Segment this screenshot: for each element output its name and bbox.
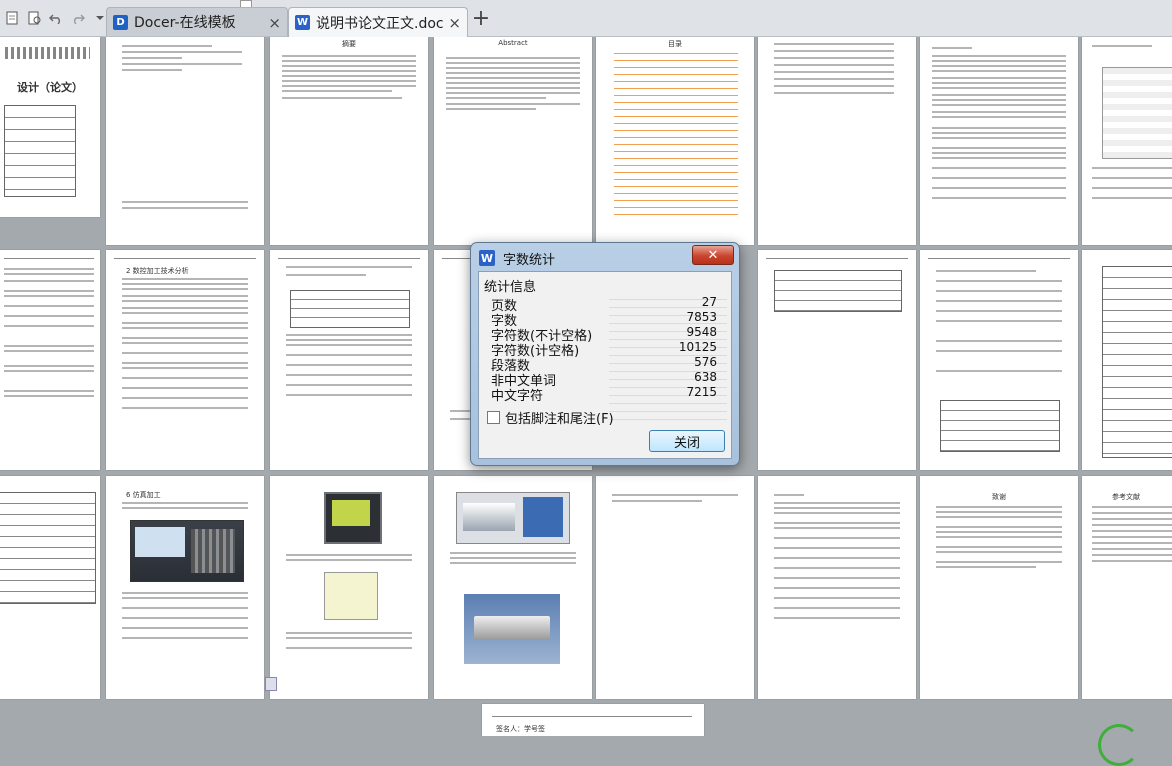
dialog-title: 字数统计	[503, 252, 556, 268]
new-tab-button[interactable]: +	[470, 8, 492, 31]
abstract-en-title: Abstract	[498, 39, 528, 47]
page-3-4[interactable]	[434, 476, 592, 699]
stat-row-pages: 页数 27	[491, 295, 717, 314]
parameter-table	[774, 270, 902, 312]
turned-part-image	[464, 594, 560, 664]
tab-document[interactable]: W 说明书论文正文.doc ×	[288, 7, 468, 37]
dialog-close-button[interactable]: ✕	[692, 245, 734, 265]
checkbox-label: 包括脚注和尾注(F)	[505, 412, 614, 427]
close-button[interactable]: 关闭	[649, 430, 725, 452]
page-2-2[interactable]: 2 数控加工技术分析	[106, 250, 264, 470]
page-indicator-icon	[265, 677, 277, 691]
page-3-5[interactable]	[596, 476, 754, 699]
stats-group-label: 统计信息	[484, 280, 537, 295]
program-table	[1102, 266, 1172, 458]
stat-value: 7853	[686, 310, 717, 324]
stat-row-non-chinese: 非中文单词 638	[491, 370, 717, 389]
cnc-simulation-image	[130, 520, 244, 582]
workpiece-screen-image	[456, 492, 570, 544]
college-logo	[5, 47, 90, 59]
checkbox-box[interactable]	[487, 411, 500, 424]
stat-row-chars-no-space: 字符数(不计空格) 9548	[491, 325, 717, 344]
stat-value: 576	[694, 355, 717, 369]
undo-icon[interactable]	[46, 8, 66, 28]
page-2-3[interactable]	[270, 250, 428, 470]
stat-row-chars-with-space: 字符数(计空格) 10125	[491, 340, 717, 359]
controller-image	[324, 492, 382, 544]
page-intro[interactable]	[920, 37, 1078, 245]
panel-image	[324, 572, 378, 620]
tab-bar: D Docer-在线模板 × W 说明书论文正文.doc × +	[0, 0, 1172, 37]
stat-value: 10125	[678, 340, 717, 354]
page-ack[interactable]: 致谢	[920, 476, 1078, 699]
cover-title: 设计（论文）	[17, 81, 83, 94]
signature-line: 签名人：学号签	[496, 725, 545, 733]
stat-row-words: 字数 7853	[491, 310, 717, 329]
page-info[interactable]	[106, 37, 264, 245]
word-count-dialog: W 字数统计 ✕ 统计信息 页数 27 字数 7853 字符数(不计空格) 95…	[470, 242, 740, 466]
close-tab-icon[interactable]: ×	[448, 14, 461, 32]
preview-icon[interactable]	[24, 8, 44, 28]
docer-icon: D	[113, 14, 128, 30]
page-toc-2[interactable]	[758, 37, 916, 245]
stat-value: 27	[701, 295, 717, 309]
word-doc-icon: W	[295, 15, 310, 30]
toc-title: 目录	[668, 40, 682, 48]
stat-value: 9548	[686, 325, 717, 339]
abstract-cn-title: 摘要	[342, 40, 356, 48]
page-2-6[interactable]	[920, 250, 1078, 470]
ack-title: 致谢	[992, 493, 1006, 501]
stat-value: 638	[694, 370, 717, 384]
page-3-1[interactable]	[0, 476, 100, 699]
close-tab-icon[interactable]: ×	[268, 14, 281, 32]
simulation-heading: 6 仿真加工	[126, 491, 161, 499]
tab-docer[interactable]: D Docer-在线模板 ×	[106, 7, 288, 36]
part-drawing-image	[1102, 67, 1172, 159]
page-cover[interactable]: 设计（论文）	[0, 37, 100, 217]
page-3-3[interactable]	[270, 476, 428, 699]
tab-label: Docer-在线模板	[134, 15, 236, 31]
dialog-body: 统计信息 页数 27 字数 7853 字符数(不计空格) 9548 字符数(计空…	[478, 271, 732, 459]
refs-title: 参考文献	[1112, 493, 1140, 501]
new-document-icon[interactable]	[2, 8, 22, 28]
page-3-2[interactable]: 6 仿真加工	[106, 476, 264, 699]
stat-label: 中文字符	[491, 389, 544, 404]
loading-spinner-icon	[1098, 724, 1140, 766]
data-table	[290, 290, 410, 328]
cover-info-table	[4, 105, 76, 197]
stat-value: 7215	[686, 385, 717, 399]
section-heading: 2 数控加工技术分析	[126, 267, 189, 275]
page-toc[interactable]: 目录	[596, 37, 754, 245]
page-drawing[interactable]	[1082, 37, 1172, 245]
page-2-7[interactable]	[1082, 250, 1172, 470]
dialog-titlebar[interactable]: W 字数统计	[479, 248, 555, 268]
stat-row-paragraphs: 段落数 576	[491, 355, 717, 374]
quick-access-toolbar	[0, 0, 110, 36]
process-table	[940, 400, 1060, 452]
include-footnotes-checkbox[interactable]: 包括脚注和尾注(F)	[487, 408, 614, 427]
stat-row-chinese: 中文字符 7215	[491, 385, 717, 404]
page-3-6[interactable]	[758, 476, 916, 699]
page-abstract-cn[interactable]: 摘要	[270, 37, 428, 245]
page-2-5[interactable]	[758, 250, 916, 470]
wps-logo-icon: W	[479, 250, 495, 266]
page-refs[interactable]: 参考文献	[1082, 476, 1172, 699]
program-table-cont	[0, 492, 96, 604]
page-abstract-en[interactable]: Abstract	[434, 37, 592, 245]
page-2-1[interactable]	[0, 250, 100, 470]
page-signature[interactable]: 签名人：学号签	[482, 704, 704, 736]
tab-label: 说明书论文正文.doc	[316, 15, 444, 32]
redo-icon[interactable]	[68, 8, 88, 28]
